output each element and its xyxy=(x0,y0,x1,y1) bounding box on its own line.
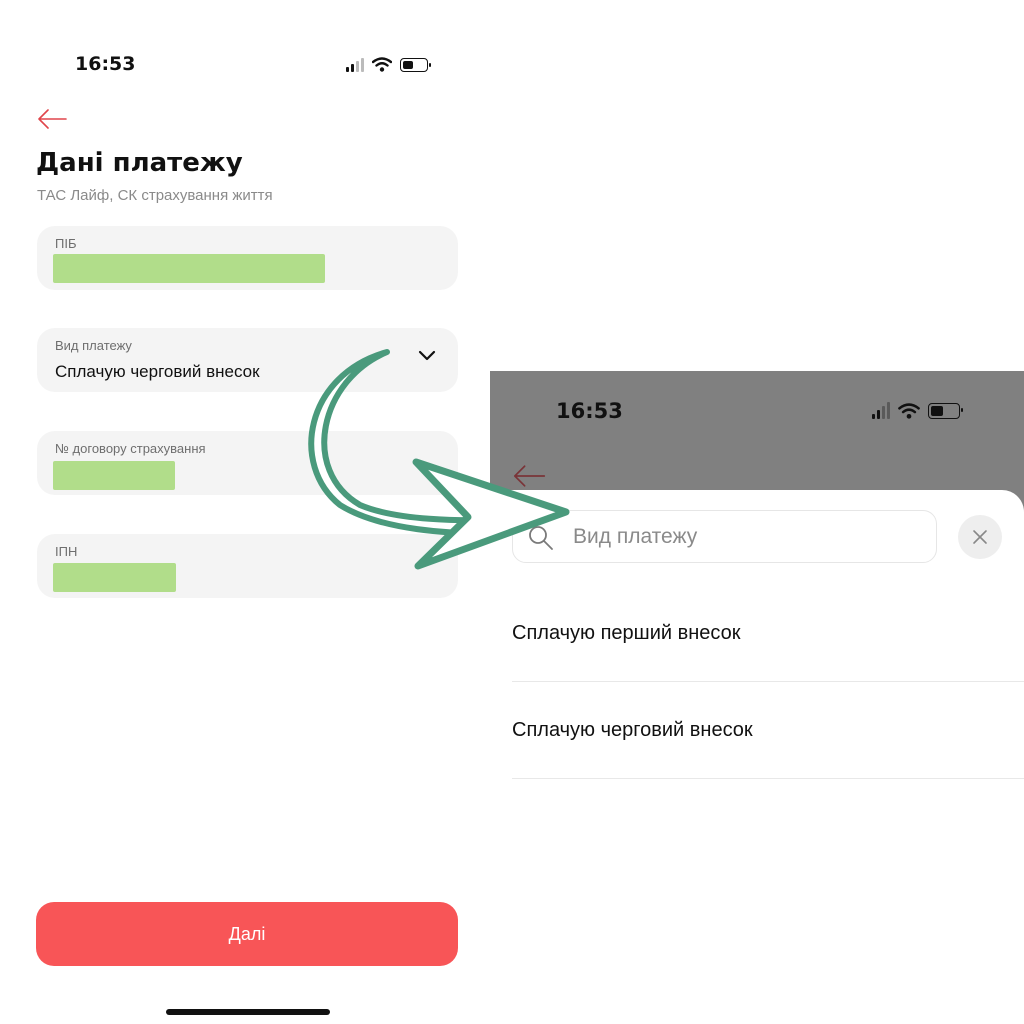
close-button[interactable] xyxy=(958,515,1002,559)
page-subtitle: ТАС Лайф, СК страхування життя xyxy=(37,187,273,204)
contract-number-label: № договору страхування xyxy=(55,441,206,456)
full-name-field[interactable]: ПІБ xyxy=(37,226,458,290)
chevron-down-icon[interactable] xyxy=(418,350,436,362)
contract-number-redaction xyxy=(53,461,175,490)
signal-icon xyxy=(346,57,364,72)
search-box[interactable] xyxy=(512,510,937,563)
payment-type-sheet: Сплачую перший внесок Сплачую черговий в… xyxy=(490,490,1024,1024)
tax-id-field[interactable]: ІПН xyxy=(37,534,458,598)
close-icon xyxy=(973,530,987,544)
next-button[interactable]: Далі xyxy=(36,902,458,966)
home-indicator xyxy=(166,1009,330,1015)
option-regular-payment[interactable]: Сплачую черговий внесок xyxy=(512,682,1024,779)
payment-type-select[interactable]: Вид платежу Сплачую черговий внесок xyxy=(37,328,458,392)
search-input[interactable] xyxy=(573,511,923,562)
status-bar: 16:53 xyxy=(75,53,135,75)
status-icons xyxy=(872,402,963,419)
page-title: Дані платежу xyxy=(36,148,243,178)
tax-id-label: ІПН xyxy=(55,544,78,559)
search-icon xyxy=(529,526,553,550)
payment-type-label: Вид платежу xyxy=(55,338,132,353)
status-time: 16:53 xyxy=(75,53,136,75)
status-bar: 16:53 xyxy=(556,399,623,423)
contract-number-field[interactable]: № договору страхування xyxy=(37,431,458,495)
back-arrow-icon xyxy=(513,465,546,487)
option-first-payment[interactable]: Сплачую перший внесок xyxy=(512,585,1024,682)
wifi-icon xyxy=(372,57,392,72)
battery-icon xyxy=(928,402,963,419)
battery-icon xyxy=(400,57,431,72)
payment-type-value: Сплачую черговий внесок xyxy=(55,362,260,381)
back-arrow-icon[interactable] xyxy=(37,108,67,130)
status-time: 16:53 xyxy=(556,399,623,423)
wifi-icon xyxy=(898,402,920,419)
full-name-label: ПІБ xyxy=(55,236,77,251)
status-icons xyxy=(346,57,431,72)
right-screen: 16:53 Сплачую перший внесок Спл xyxy=(490,371,1024,1024)
tax-id-redaction xyxy=(53,563,176,592)
signal-icon xyxy=(872,402,890,419)
full-name-redaction xyxy=(53,254,325,283)
